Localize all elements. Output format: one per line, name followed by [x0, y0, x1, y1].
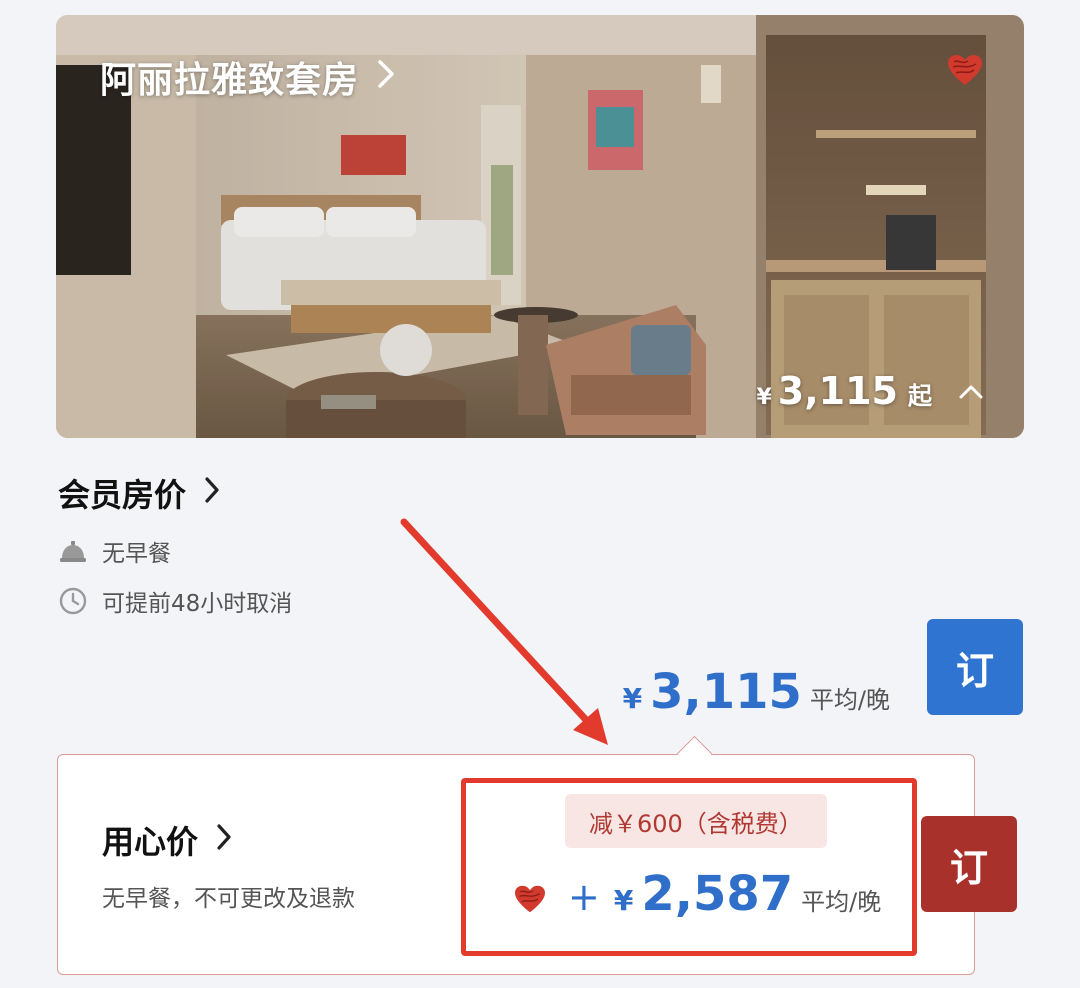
- heart-favorite-icon[interactable]: [946, 53, 984, 87]
- currency-symbol: ¥: [613, 884, 634, 917]
- room-photo-card[interactable]: 阿丽拉雅致套房 ¥ 3,115 起: [56, 15, 1024, 438]
- feature-text: 无早餐: [102, 541, 171, 567]
- special-rate-policy: 无早餐，不可更改及退款: [102, 886, 355, 912]
- book-member-rate-button[interactable]: 订: [927, 619, 1023, 715]
- price-amount: 3,115: [777, 369, 898, 413]
- book-special-rate-button[interactable]: 订: [921, 816, 1017, 912]
- room-starting-price: ¥ 3,115 起: [756, 369, 984, 413]
- feature-text: 可提前48小时取消: [102, 591, 293, 617]
- clock-icon: [58, 586, 88, 616]
- special-rate-title-link[interactable]: 用心价: [102, 817, 232, 863]
- chevron-right-icon: [216, 821, 232, 859]
- feature-breakfast: 无早餐: [58, 534, 171, 568]
- price-suffix: 起: [908, 382, 932, 410]
- chevron-right-icon: [377, 57, 395, 98]
- special-rate-price: + ¥ 2,587 平均/晚: [512, 866, 881, 922]
- price-suffix: 平均/晚: [801, 888, 882, 916]
- heart-icon: [512, 884, 548, 914]
- room-name-link[interactable]: 阿丽拉雅致套房: [100, 51, 395, 103]
- price-amount: 2,587: [641, 866, 794, 922]
- currency-symbol: ¥: [622, 682, 643, 715]
- service-bell-icon: [58, 536, 88, 566]
- member-rate-price: ¥ 3,115 平均/晚: [623, 664, 890, 720]
- feature-cancellation: 可提前48小时取消: [58, 584, 292, 618]
- member-rate-title-link[interactable]: 会员房价: [58, 470, 220, 516]
- room-name: 阿丽拉雅致套房: [100, 60, 360, 101]
- member-rate-title: 会员房价: [58, 476, 187, 514]
- chevron-right-icon: [204, 474, 220, 512]
- chevron-up-icon[interactable]: [958, 384, 984, 404]
- special-rate-title: 用心价: [102, 823, 199, 861]
- plus-sign: +: [568, 875, 600, 919]
- discount-badge: 减￥600（含税费）: [565, 794, 827, 848]
- currency-symbol: ¥: [756, 385, 772, 410]
- card-pointer: [676, 735, 713, 772]
- price-suffix: 平均/晚: [809, 686, 890, 714]
- price-amount: 3,115: [650, 664, 802, 720]
